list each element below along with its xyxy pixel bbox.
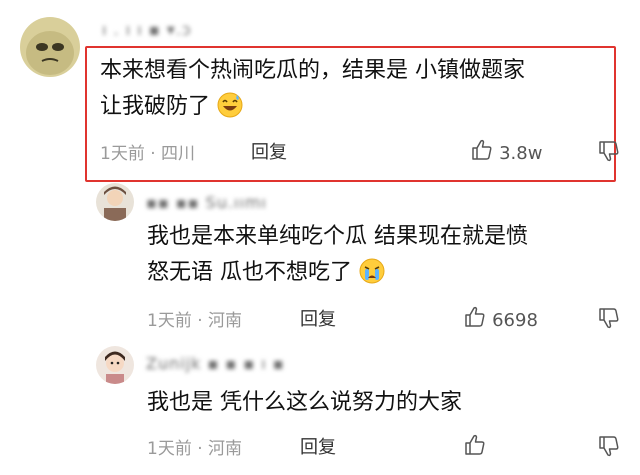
thumbs-up-icon bbox=[470, 138, 494, 166]
like-button[interactable]: 6698 bbox=[463, 305, 538, 333]
avatar[interactable] bbox=[96, 183, 134, 221]
dislike-button[interactable] bbox=[597, 139, 621, 167]
comment-text-line: 我也是本来单纯吃个瓜 结果现在就是愤 bbox=[147, 224, 528, 249]
comment-meta: 1天前 · 四川 bbox=[100, 144, 196, 164]
avatar[interactable] bbox=[20, 17, 80, 77]
like-button[interactable]: 3.8w bbox=[470, 138, 542, 166]
thumbs-down-icon bbox=[597, 141, 621, 167]
comment-meta: 1天前 · 河南 bbox=[147, 439, 243, 459]
comment-text: 怒无语 瓜也不想吃了 bbox=[147, 260, 352, 285]
comment-text: 让我破防了 bbox=[100, 94, 211, 119]
comment-meta: 1天前 · 河南 bbox=[147, 311, 243, 331]
reply-button[interactable]: 回复 bbox=[300, 433, 336, 459]
reply-button[interactable]: 回复 bbox=[251, 138, 287, 164]
thumbs-down-icon bbox=[597, 308, 621, 334]
comment-text-line: 我也是 凭什么这么说努力的大家 bbox=[147, 390, 462, 415]
sweat-smile-emoji bbox=[217, 92, 243, 130]
reply-button[interactable]: 回复 bbox=[300, 305, 336, 331]
thumbs-down-icon bbox=[597, 436, 621, 462]
avatar[interactable] bbox=[96, 346, 134, 384]
like-count: 3.8w bbox=[499, 143, 543, 164]
comment-text-line: 让我破防了 bbox=[100, 88, 243, 130]
username-blurred[interactable]: Zunijk ▪ ▪ ▪ ı ▪ bbox=[146, 354, 285, 373]
dislike-button[interactable] bbox=[597, 306, 621, 334]
like-count: 6698 bbox=[492, 310, 538, 331]
comment-text-line: 本来想看个热闹吃瓜的，结果是 小镇做题家 bbox=[100, 58, 525, 83]
crying-emoji bbox=[359, 258, 385, 296]
username-blurred[interactable]: ı . ı ı ▪ ▾.ɔ bbox=[102, 20, 192, 39]
comment-text-line: 怒无语 瓜也不想吃了 bbox=[147, 254, 385, 296]
thumbs-up-icon bbox=[463, 305, 487, 333]
username-blurred[interactable]: ▪▪ ▪▪ Su.ıımı bbox=[146, 193, 267, 212]
thumbs-up-icon bbox=[463, 434, 487, 461]
dislike-button[interactable] bbox=[597, 434, 621, 462]
like-button[interactable] bbox=[463, 433, 487, 461]
